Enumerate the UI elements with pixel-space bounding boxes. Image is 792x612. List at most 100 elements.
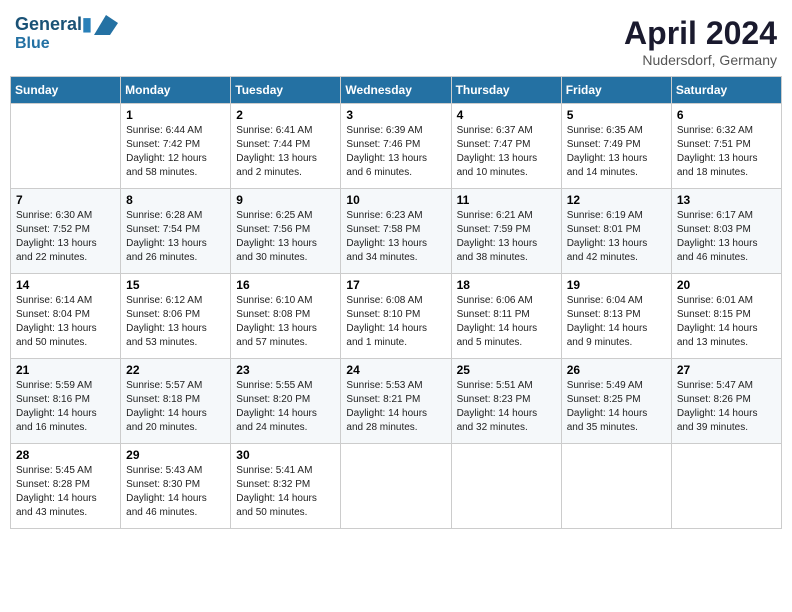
day-info: Sunrise: 6:30 AMSunset: 7:52 PMDaylight:… <box>16 209 115 265</box>
day-info: Sunrise: 5:43 AMSunset: 8:30 PMDaylight:… <box>126 464 225 520</box>
weekday-header: Monday <box>121 77 231 104</box>
day-number: 28 <box>16 448 115 462</box>
day-info: Sunrise: 5:51 AMSunset: 8:23 PMDaylight:… <box>457 379 556 435</box>
day-number: 7 <box>16 193 115 207</box>
weekday-header: Thursday <box>451 77 561 104</box>
calendar-cell: 27Sunrise: 5:47 AMSunset: 8:26 PMDayligh… <box>671 359 781 444</box>
calendar-week-row: 14Sunrise: 6:14 AMSunset: 8:04 PMDayligh… <box>11 274 782 359</box>
day-info: Sunrise: 6:19 AMSunset: 8:01 PMDaylight:… <box>567 209 666 265</box>
calendar-cell: 15Sunrise: 6:12 AMSunset: 8:06 PMDayligh… <box>121 274 231 359</box>
day-number: 3 <box>346 108 445 122</box>
calendar-cell: 23 Sunrise: 5:55 AMSunset: 8:20 PMDayligh… <box>231 359 341 444</box>
day-number: 29 <box>126 448 225 462</box>
day-info: Sunrise: 6:44 AMSunset: 7:42 PMDaylight:… <box>126 124 225 180</box>
day-number: 9 <box>236 193 335 207</box>
calendar-week-row: 1 Sunrise: 6:44 AMSunset: 7:42 PMDaylight… <box>11 104 782 189</box>
day-number: 19 <box>567 278 666 292</box>
calendar-cell: 19 Sunrise: 6:04 AMSunset: 8:13 PMDayligh… <box>561 274 671 359</box>
day-number: 22 <box>126 363 225 377</box>
weekday-header-row: SundayMondayTuesdayWednesdayThursdayFrid… <box>11 77 782 104</box>
weekday-header: Saturday <box>671 77 781 104</box>
calendar-cell: 18 Sunrise: 6:06 AMSunset: 8:11 PMDayligh… <box>451 274 561 359</box>
calendar-cell: 10 Sunrise: 6:23 AMSunset: 7:58 PMDayligh… <box>341 189 451 274</box>
day-number: 23 <box>236 363 335 377</box>
calendar-cell: 21 Sunrise: 5:59 AMSunset: 8:16 PMDayligh… <box>11 359 121 444</box>
day-info: Sunrise: 5:47 AMSunset: 8:26 PMDaylight:… <box>677 379 776 435</box>
day-number: 13 <box>677 193 776 207</box>
weekday-header: Friday <box>561 77 671 104</box>
calendar-cell: 7 Sunrise: 6:30 AMSunset: 7:52 PMDaylight… <box>11 189 121 274</box>
page-header: General▮ Blue April 2024 Nudersdorf, Ger… <box>10 10 782 68</box>
logo: General▮ Blue <box>15 15 118 53</box>
day-number: 2 <box>236 108 335 122</box>
day-number: 1 <box>126 108 225 122</box>
day-info: Sunrise: 6:23 AMSunset: 7:58 PMDaylight:… <box>346 209 445 265</box>
day-info: Sunrise: 6:04 AMSunset: 8:13 PMDaylight:… <box>567 294 666 350</box>
calendar-cell: 9 Sunrise: 6:25 AMSunset: 7:56 PMDaylight… <box>231 189 341 274</box>
day-info: Sunrise: 6:37 AMSunset: 7:47 PMDaylight:… <box>457 124 556 180</box>
calendar-cell: 28Sunrise: 5:45 AMSunset: 8:28 PMDayligh… <box>11 444 121 529</box>
calendar-cell: 8Sunrise: 6:28 AMSunset: 7:54 PMDaylight… <box>121 189 231 274</box>
day-info: Sunrise: 6:39 AMSunset: 7:46 PMDaylight:… <box>346 124 445 180</box>
calendar-cell <box>341 444 451 529</box>
calendar-table: SundayMondayTuesdayWednesdayThursdayFrid… <box>10 76 782 529</box>
day-number: 11 <box>457 193 556 207</box>
calendar-cell <box>561 444 671 529</box>
calendar-cell: 1 Sunrise: 6:44 AMSunset: 7:42 PMDaylight… <box>121 104 231 189</box>
day-number: 5 <box>567 108 666 122</box>
day-info: Sunrise: 5:41 AMSunset: 8:32 PMDaylight:… <box>236 464 335 520</box>
calendar-cell: 4Sunrise: 6:37 AMSunset: 7:47 PMDaylight… <box>451 104 561 189</box>
day-number: 21 <box>16 363 115 377</box>
day-number: 18 <box>457 278 556 292</box>
day-number: 25 <box>457 363 556 377</box>
day-number: 26 <box>567 363 666 377</box>
day-info: Sunrise: 5:59 AMSunset: 8:16 PMDaylight:… <box>16 379 115 435</box>
day-number: 17 <box>346 278 445 292</box>
calendar-cell: 3 Sunrise: 6:39 AMSunset: 7:46 PMDaylight… <box>341 104 451 189</box>
day-number: 20 <box>677 278 776 292</box>
location: Nudersdorf, Germany <box>624 52 777 68</box>
calendar-cell <box>451 444 561 529</box>
calendar-cell: 11Sunrise: 6:21 AMSunset: 7:59 PMDayligh… <box>451 189 561 274</box>
calendar-cell: 30Sunrise: 5:41 AMSunset: 8:32 PMDayligh… <box>231 444 341 529</box>
day-info: Sunrise: 6:01 AMSunset: 8:15 PMDaylight:… <box>677 294 776 350</box>
calendar-cell: 17Sunrise: 6:08 AMSunset: 8:10 PMDayligh… <box>341 274 451 359</box>
calendar-cell: 16Sunrise: 6:10 AMSunset: 8:08 PMDayligh… <box>231 274 341 359</box>
calendar-week-row: 21 Sunrise: 5:59 AMSunset: 8:16 PMDayligh… <box>11 359 782 444</box>
day-number: 24 <box>346 363 445 377</box>
day-info: Sunrise: 5:49 AMSunset: 8:25 PMDaylight:… <box>567 379 666 435</box>
month-title: April 2024 <box>624 15 777 52</box>
calendar-cell: 14Sunrise: 6:14 AMSunset: 8:04 PMDayligh… <box>11 274 121 359</box>
calendar-cell <box>11 104 121 189</box>
day-info: Sunrise: 6:35 AMSunset: 7:49 PMDaylight:… <box>567 124 666 180</box>
day-number: 8 <box>126 193 225 207</box>
day-info: Sunrise: 6:32 AMSunset: 7:51 PMDaylight:… <box>677 124 776 180</box>
day-number: 6 <box>677 108 776 122</box>
calendar-cell: 24 Sunrise: 5:53 AMSunset: 8:21 PMDayligh… <box>341 359 451 444</box>
calendar-cell: 20 Sunrise: 6:01 AMSunset: 8:15 PMDayligh… <box>671 274 781 359</box>
day-info: Sunrise: 6:06 AMSunset: 8:11 PMDaylight:… <box>457 294 556 350</box>
calendar-cell: 5 Sunrise: 6:35 AMSunset: 7:49 PMDaylight… <box>561 104 671 189</box>
weekday-header: Sunday <box>11 77 121 104</box>
logo-icon <box>94 15 118 35</box>
calendar-week-row: 28Sunrise: 5:45 AMSunset: 8:28 PMDayligh… <box>11 444 782 529</box>
day-info: Sunrise: 6:41 AMSunset: 7:44 PMDaylight:… <box>236 124 335 180</box>
day-info: Sunrise: 5:53 AMSunset: 8:21 PMDaylight:… <box>346 379 445 435</box>
weekday-header: Wednesday <box>341 77 451 104</box>
calendar-cell <box>671 444 781 529</box>
calendar-cell: 2 Sunrise: 6:41 AMSunset: 7:44 PMDaylight… <box>231 104 341 189</box>
calendar-cell: 12Sunrise: 6:19 AMSunset: 8:01 PMDayligh… <box>561 189 671 274</box>
calendar-cell: 25 Sunrise: 5:51 AMSunset: 8:23 PMDayligh… <box>451 359 561 444</box>
day-info: Sunrise: 6:17 AMSunset: 8:03 PMDaylight:… <box>677 209 776 265</box>
day-info: Sunrise: 6:25 AMSunset: 7:56 PMDaylight:… <box>236 209 335 265</box>
title-block: April 2024 Nudersdorf, Germany <box>624 15 777 68</box>
day-info: Sunrise: 5:55 AMSunset: 8:20 PMDaylight:… <box>236 379 335 435</box>
day-info: Sunrise: 5:57 AMSunset: 8:18 PMDaylight:… <box>126 379 225 435</box>
calendar-cell: 13 Sunrise: 6:17 AMSunset: 8:03 PMDayligh… <box>671 189 781 274</box>
logo-blue: Blue <box>15 35 118 53</box>
calendar-cell: 22 Sunrise: 5:57 AMSunset: 8:18 PMDayligh… <box>121 359 231 444</box>
logo-text: General▮ <box>15 15 92 35</box>
day-number: 10 <box>346 193 445 207</box>
calendar-cell: 6 Sunrise: 6:32 AMSunset: 7:51 PMDaylight… <box>671 104 781 189</box>
day-info: Sunrise: 6:12 AMSunset: 8:06 PMDaylight:… <box>126 294 225 350</box>
